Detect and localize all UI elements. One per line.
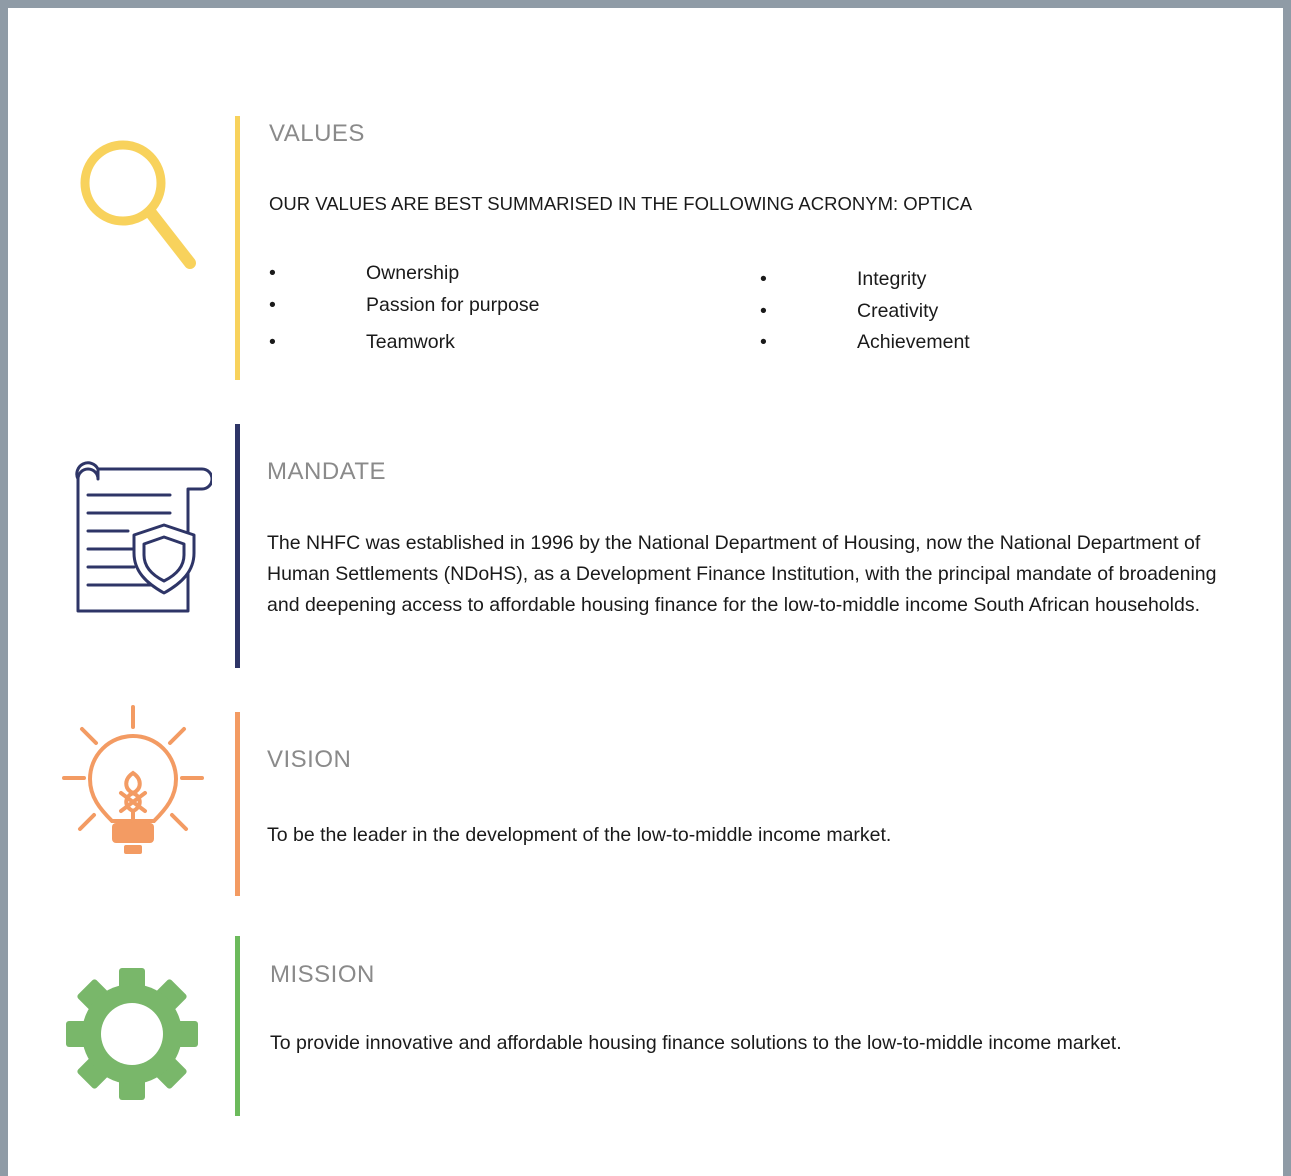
lightbulb-icon [62,705,204,854]
bullet: • [760,268,767,290]
mission-accent-bar [235,936,240,1116]
mission-title: MISSION [270,961,375,988]
document-shield-icon [75,461,212,613]
page-frame: VALUES OUR VALUES ARE BEST SUMMARISED IN… [0,0,1291,1176]
values-title: VALUES [269,120,365,147]
values-item-label: Integrity [857,268,927,290]
vision-body: To be the leader in the development of t… [267,824,892,846]
gear-icon [66,968,198,1100]
bullet: • [269,294,276,316]
magnifying-glass-icon [80,140,196,269]
vision-title: VISION [267,746,352,773]
bullet: • [269,262,276,284]
mandate-title: MANDATE [267,458,387,485]
bullet: • [760,331,767,353]
values-item-label: Ownership [366,262,460,284]
vision-accent-bar [235,712,240,896]
bullet: • [269,331,276,353]
bullet: • [760,300,767,322]
mission-body: To provide innovative and affordable hou… [270,1032,1122,1054]
values-item-label: Teamwork [366,331,455,353]
values-accent-bar [235,116,240,380]
mandate-accent-bar [235,424,240,668]
values-item-label: Passion for purpose [366,294,540,316]
values-item-label: Creativity [857,300,939,322]
mandate-body: The NHFC was established in 1996 by the … [267,532,1217,616]
values-item-label: Achievement [857,331,970,353]
values-intro: OUR VALUES ARE BEST SUMMARISED IN THE FO… [269,193,973,214]
